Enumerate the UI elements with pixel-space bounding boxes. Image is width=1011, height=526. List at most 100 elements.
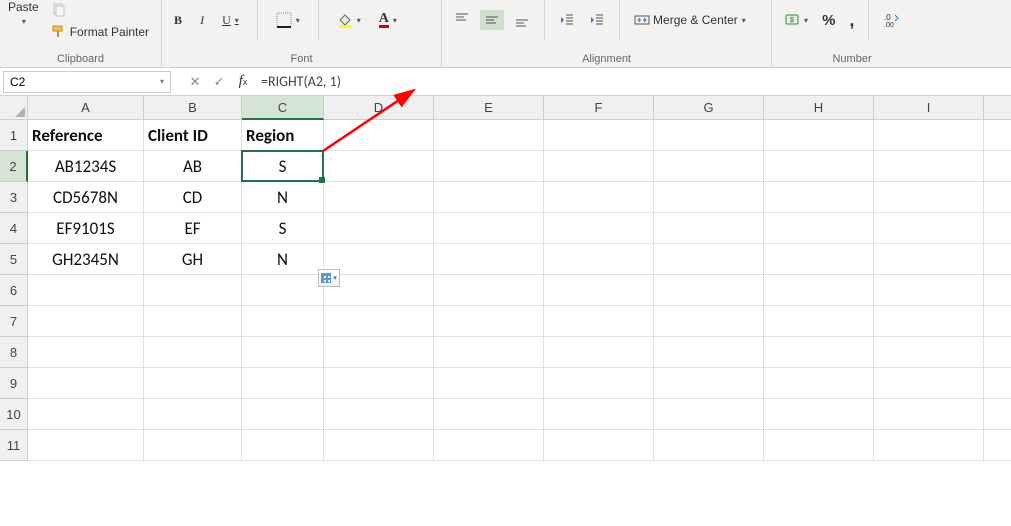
cell-G9[interactable] <box>654 368 764 399</box>
cell-B7[interactable] <box>144 306 242 337</box>
decrease-indent-button[interactable] <box>555 10 579 30</box>
increase-indent-button[interactable] <box>585 10 609 30</box>
cell-B6[interactable] <box>144 275 242 306</box>
comma-button[interactable]: , <box>845 8 858 33</box>
cell-J4[interactable] <box>984 213 1011 244</box>
cell-D7[interactable] <box>324 306 434 337</box>
name-box[interactable] <box>4 72 154 92</box>
cell-C5[interactable]: N <box>242 244 324 275</box>
cell-G7[interactable] <box>654 306 764 337</box>
cell-G1[interactable] <box>654 120 764 151</box>
cell-H2[interactable] <box>764 151 874 182</box>
increase-decimal-button[interactable]: .0.00 <box>879 10 903 30</box>
cell-J11[interactable] <box>984 430 1011 461</box>
cell-E10[interactable] <box>434 399 544 430</box>
cell-H10[interactable] <box>764 399 874 430</box>
cell-E11[interactable] <box>434 430 544 461</box>
cell-B2[interactable]: AB <box>144 151 242 182</box>
cell-G6[interactable] <box>654 275 764 306</box>
cell-D5[interactable] <box>324 244 434 275</box>
cell-B5[interactable]: GH <box>144 244 242 275</box>
cell-J1[interactable] <box>984 120 1011 151</box>
cell-A11[interactable] <box>28 430 144 461</box>
cell-F6[interactable] <box>544 275 654 306</box>
cell-E1[interactable] <box>434 120 544 151</box>
row-header-10[interactable]: 10 <box>0 399 28 430</box>
cell-H5[interactable] <box>764 244 874 275</box>
cell-C9[interactable] <box>242 368 324 399</box>
cell-F7[interactable] <box>544 306 654 337</box>
column-header-B[interactable]: B <box>144 96 242 120</box>
cell-D4[interactable] <box>324 213 434 244</box>
cell-I5[interactable] <box>874 244 984 275</box>
cell-J5[interactable] <box>984 244 1011 275</box>
cell-D10[interactable] <box>324 399 434 430</box>
cell-C6[interactable] <box>242 275 324 306</box>
font-color-button[interactable]: A ▾ <box>375 11 401 30</box>
cell-C1[interactable]: Region <box>242 120 324 151</box>
cancel-formula-button[interactable]: ✕ <box>183 71 207 93</box>
cell-A7[interactable] <box>28 306 144 337</box>
align-middle-button[interactable] <box>480 10 504 30</box>
row-header-9[interactable]: 9 <box>0 368 28 399</box>
row-header-11[interactable]: 11 <box>0 430 28 461</box>
cell-H3[interactable] <box>764 182 874 213</box>
column-header-E[interactable]: E <box>434 96 544 120</box>
cell-A3[interactable]: CD5678N <box>28 182 144 213</box>
cell-D1[interactable] <box>324 120 434 151</box>
cell-D11[interactable] <box>324 430 434 461</box>
row-header-1[interactable]: 1 <box>0 120 28 151</box>
enter-formula-button[interactable]: ✓ <box>207 71 231 93</box>
bold-button[interactable]: B <box>170 11 186 30</box>
cell-J6[interactable] <box>984 275 1011 306</box>
fill-color-button[interactable]: ▾ <box>333 10 365 30</box>
name-box-wrap[interactable]: ▾ <box>3 71 171 93</box>
cell-F8[interactable] <box>544 337 654 368</box>
cell-B3[interactable]: CD <box>144 182 242 213</box>
column-header-G[interactable]: G <box>654 96 764 120</box>
cell-C2[interactable]: S <box>242 151 324 182</box>
cell-E5[interactable] <box>434 244 544 275</box>
column-header-I[interactable]: I <box>874 96 984 120</box>
cell-J10[interactable] <box>984 399 1011 430</box>
cell-C7[interactable] <box>242 306 324 337</box>
cell-G10[interactable] <box>654 399 764 430</box>
cell-B11[interactable] <box>144 430 242 461</box>
cell-H7[interactable] <box>764 306 874 337</box>
cell-C3[interactable]: N <box>242 182 324 213</box>
column-header-J[interactable]: J <box>984 96 1011 120</box>
cell-C8[interactable] <box>242 337 324 368</box>
cell-A6[interactable] <box>28 275 144 306</box>
format-painter-button[interactable]: Format Painter <box>47 22 153 42</box>
cell-B1[interactable]: Client ID <box>144 120 242 151</box>
cell-F11[interactable] <box>544 430 654 461</box>
row-header-5[interactable]: 5 <box>0 244 28 275</box>
cell-A1[interactable]: Reference <box>28 120 144 151</box>
cell-B8[interactable] <box>144 337 242 368</box>
row-header-6[interactable]: 6 <box>0 275 28 306</box>
autofill-options-button[interactable] <box>318 269 340 287</box>
column-header-C[interactable]: C <box>242 96 324 120</box>
column-header-H[interactable]: H <box>764 96 874 120</box>
cell-I9[interactable] <box>874 368 984 399</box>
cell-H4[interactable] <box>764 213 874 244</box>
cell-I10[interactable] <box>874 399 984 430</box>
cell-J2[interactable] <box>984 151 1011 182</box>
cell-D9[interactable] <box>324 368 434 399</box>
cell-D8[interactable] <box>324 337 434 368</box>
cell-G11[interactable] <box>654 430 764 461</box>
cell-J9[interactable] <box>984 368 1011 399</box>
cell-G8[interactable] <box>654 337 764 368</box>
cell-H11[interactable] <box>764 430 874 461</box>
cell-C10[interactable] <box>242 399 324 430</box>
cell-E3[interactable] <box>434 182 544 213</box>
cell-A10[interactable] <box>28 399 144 430</box>
insert-function-button[interactable]: fx <box>231 71 255 93</box>
cell-E4[interactable] <box>434 213 544 244</box>
cell-A4[interactable]: EF9101S <box>28 213 144 244</box>
percent-button[interactable]: % <box>818 10 839 31</box>
cell-J3[interactable] <box>984 182 1011 213</box>
cell-H6[interactable] <box>764 275 874 306</box>
row-header-3[interactable]: 3 <box>0 182 28 213</box>
row-header-7[interactable]: 7 <box>0 306 28 337</box>
